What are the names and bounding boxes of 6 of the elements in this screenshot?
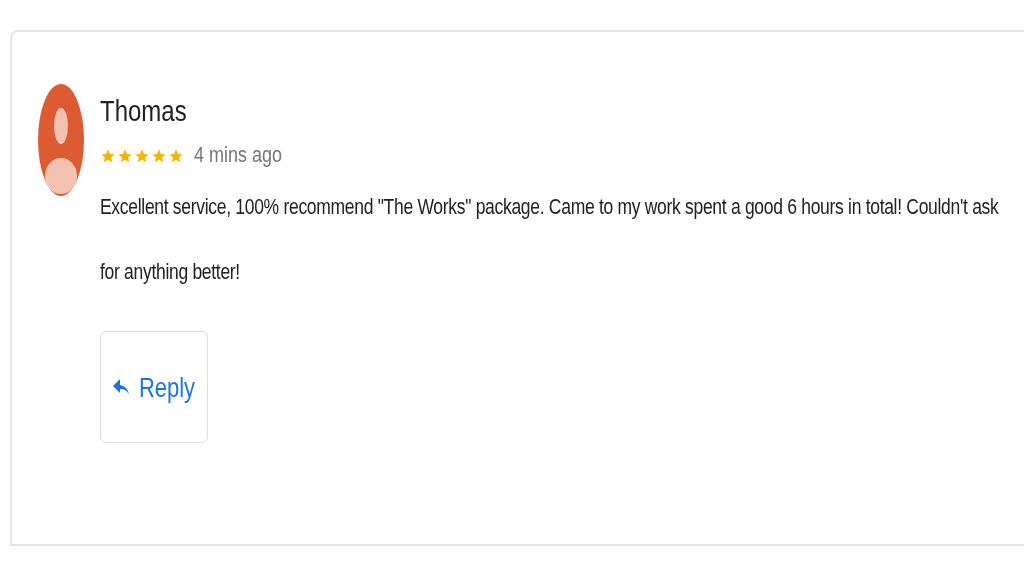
review-time: 4 mins ago <box>194 141 283 170</box>
reply-button[interactable]: Reply <box>100 331 208 443</box>
review-text: Excellent service, 100% recommend "The Works" package. Came to my work spent a good 6 hours in total! Couldn't ask for anything better! <box>100 193 1000 286</box>
reply-icon <box>112 378 129 396</box>
avatar-icon <box>38 84 84 196</box>
author-name: Thomas <box>100 96 188 126</box>
